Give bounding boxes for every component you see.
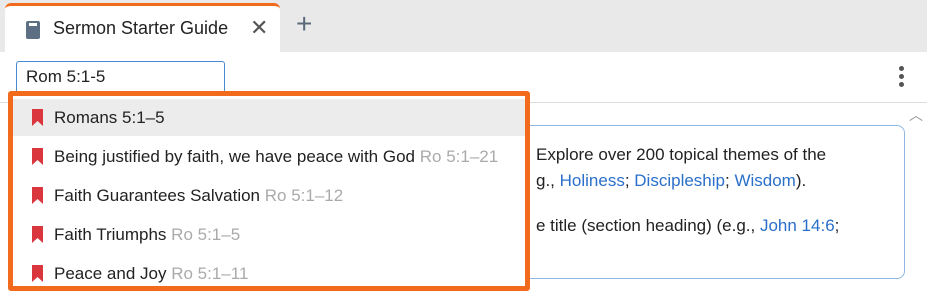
tab-title: Sermon Starter Guide <box>53 18 229 38</box>
suggestion-item[interactable]: Faith Guarantees Salvation Ro 5:1–12 <box>13 177 525 214</box>
link-holiness[interactable]: Holiness <box>560 171 625 190</box>
bookmark-icon <box>32 148 43 165</box>
link-wisdom[interactable]: Wisdom <box>734 171 795 190</box>
bookmark-icon <box>32 226 43 243</box>
bookmark-icon <box>32 187 43 204</box>
panel-line-2: g., Holiness; Discipleship; Wisdom). <box>536 171 807 190</box>
panel-line-3: e title (section heading) (e.g., John 14… <box>536 216 840 235</box>
suggestion-item[interactable]: Faith Triumphs Ro 5:1–5 <box>13 216 525 253</box>
panel-line-1: Explore over 200 topical themes of the <box>536 145 827 164</box>
chevron-up-icon[interactable]: ︿ <box>909 105 923 125</box>
suggestion-item[interactable]: Peace and Joy Ro 5:1–11 <box>13 255 525 286</box>
more-options-icon[interactable] <box>895 64 907 90</box>
bookmark-icon <box>32 109 43 126</box>
new-tab-button[interactable]: + <box>296 8 312 40</box>
bookmark-icon <box>32 265 43 282</box>
suggestion-item[interactable]: Romans 5:1–5 <box>13 99 525 136</box>
reference-suggestions-dropdown: Romans 5:1–5 Being justified by faith, w… <box>8 91 530 291</box>
close-icon[interactable]: ✕ <box>250 15 268 41</box>
tab-sermon-starter-guide[interactable]: Sermon Starter Guide ✕ <box>5 3 280 52</box>
link-discipleship[interactable]: Discipleship <box>634 171 725 190</box>
link-john-14-6[interactable]: John 14:6 <box>760 216 835 235</box>
reference-input[interactable] <box>16 61 225 93</box>
suggestion-item[interactable]: Being justified by faith, we have peace … <box>13 138 525 175</box>
tab-bar: Sermon Starter Guide ✕ + <box>0 0 927 52</box>
book-icon <box>26 21 40 39</box>
